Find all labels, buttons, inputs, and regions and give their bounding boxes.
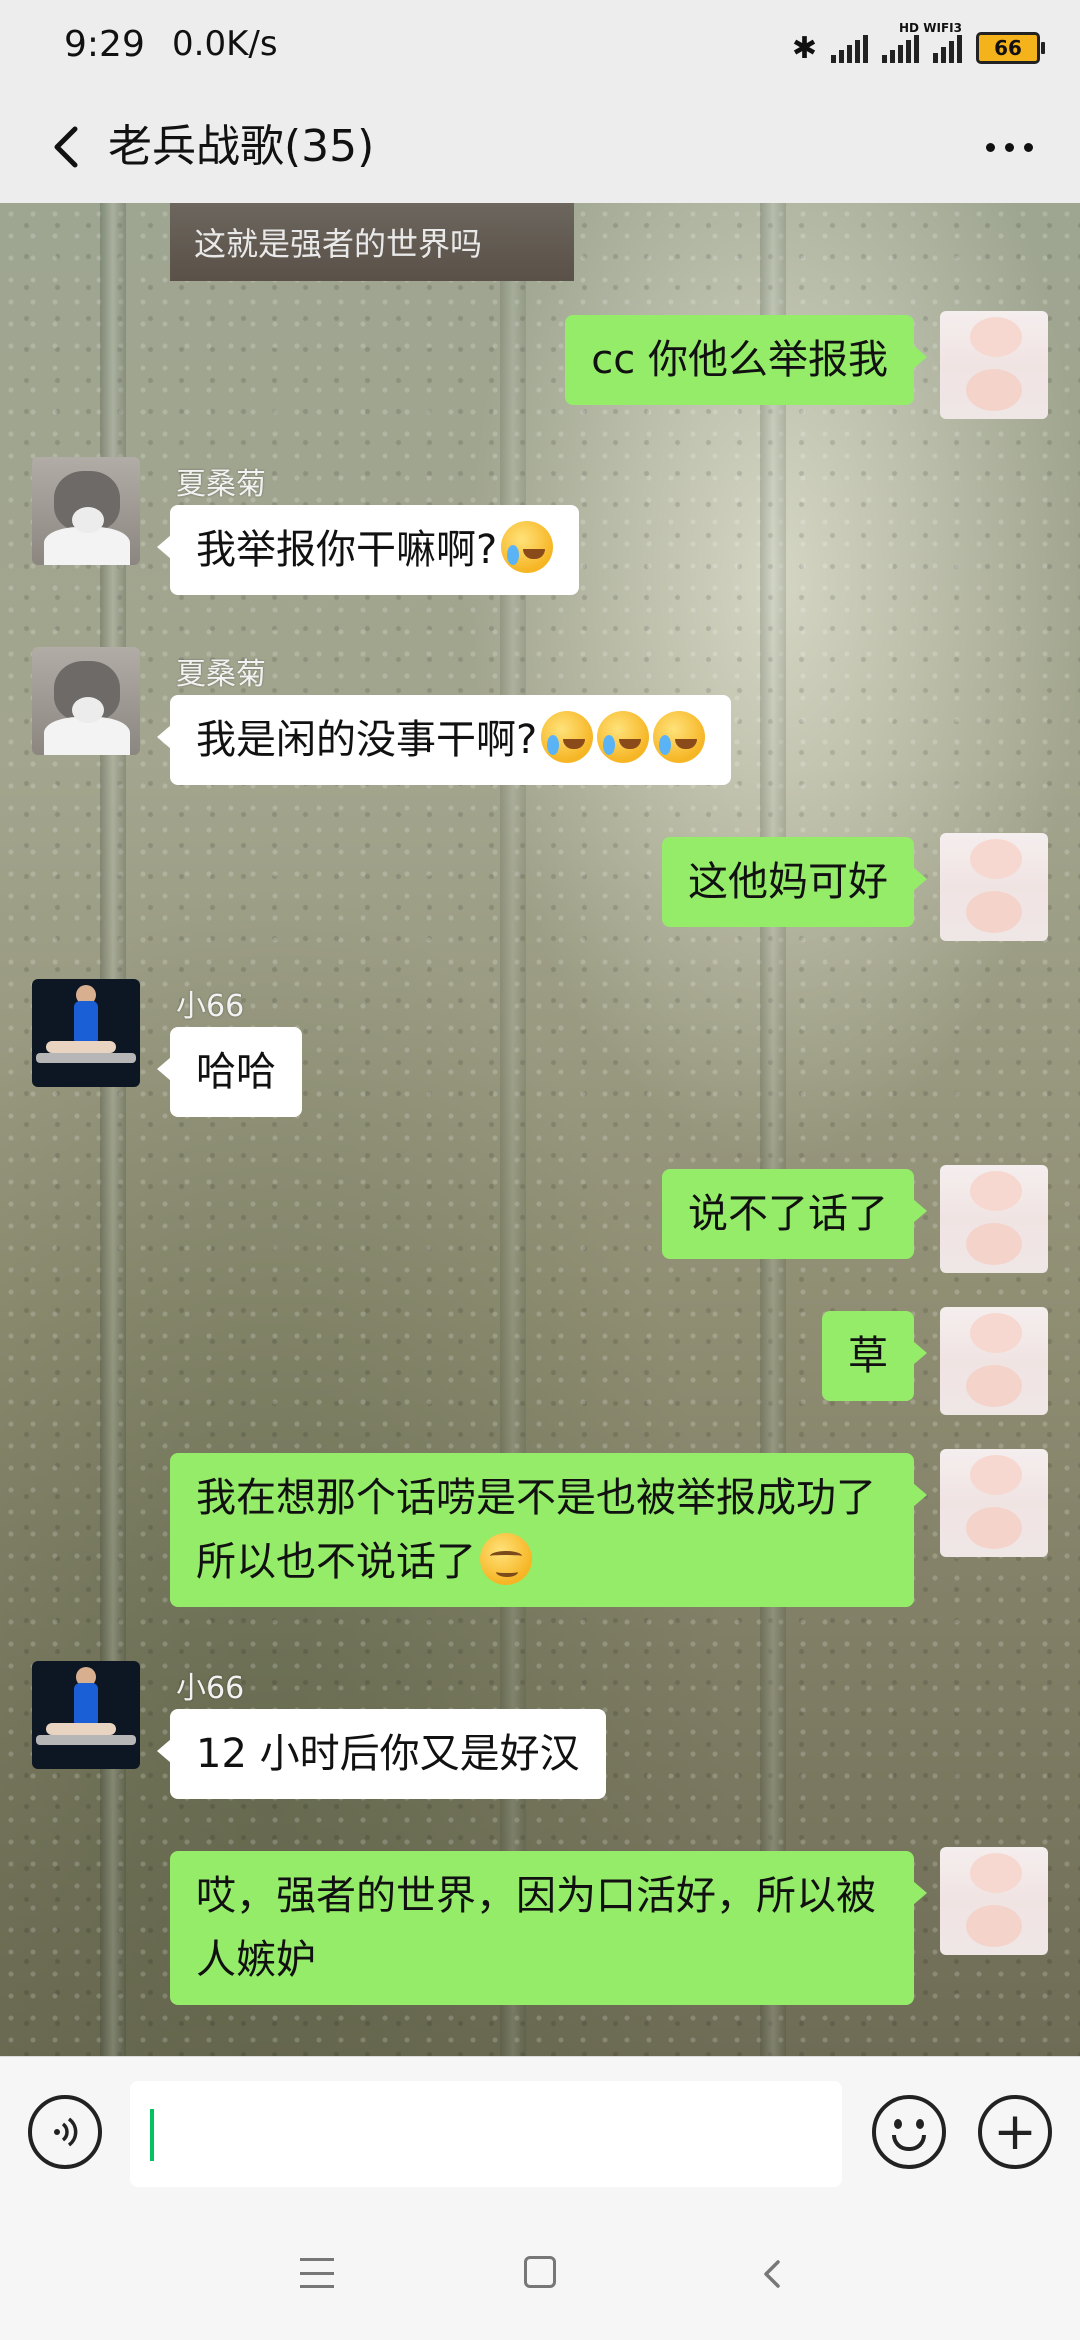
background-streak	[760, 203, 786, 2056]
emoji-cry-laugh-icon	[541, 711, 594, 763]
message-bubble-sent[interactable]: 哎，强者的世界，因为口活好，所以被人嫉妒	[170, 1851, 927, 2005]
message-bubble-received[interactable]: 哈哈	[157, 1027, 302, 1117]
message-bubble-received[interactable]: 我举报你干嘛啊?	[156, 505, 580, 595]
battery-icon: 66	[976, 32, 1045, 64]
status-time: 9:29	[64, 24, 145, 65]
message-text: 12 小时后你又是好汉	[196, 1731, 580, 1777]
emoji-face-icon[interactable]	[872, 2095, 946, 2169]
image-caption: 这就是强者的世界吗	[194, 225, 483, 263]
message-text: 说不了话了	[688, 1191, 888, 1237]
avatar[interactable]	[940, 1847, 1048, 1955]
input-bar: +	[0, 2056, 1080, 2211]
chat-header: 老兵战歌(35)	[0, 95, 1080, 203]
avatar[interactable]	[32, 647, 140, 755]
sender-name: 小66	[176, 989, 245, 1024]
back-icon[interactable]	[752, 2254, 792, 2294]
status-bar: 9:29 0.0K/s ✱ HD WIFI3 66	[0, 0, 1080, 95]
plus-icon[interactable]: +	[978, 2095, 1052, 2169]
message-bubble-sent[interactable]: 这他妈可好	[662, 837, 927, 927]
system-nav-bar	[0, 2210, 1080, 2340]
signal-hd-label: HD	[898, 21, 919, 35]
status-network-speed: 0.0K/s	[172, 24, 278, 64]
voice-icon[interactable]	[28, 2095, 102, 2169]
emoji-cry-laugh-icon	[653, 711, 706, 763]
message-bubble-sent[interactable]: 说不了话了	[662, 1169, 927, 1259]
chevron-left-icon[interactable]	[36, 117, 96, 177]
bluetooth-icon: ✱	[791, 30, 817, 66]
message-bubble-sent[interactable]: 草	[822, 1311, 927, 1401]
message-bubble-received[interactable]: 12 小时后你又是好汉	[157, 1709, 606, 1799]
avatar[interactable]	[940, 311, 1048, 419]
chat-area[interactable]: 这就是强者的世界吗 cc 你他么举报我 夏桑菊 我举报你干嘛啊? 夏桑菊 我是闲…	[0, 203, 1080, 2056]
wifi-label: WIFI3	[923, 21, 962, 35]
avatar[interactable]	[940, 1449, 1048, 1557]
more-dots-icon[interactable]	[974, 117, 1044, 177]
message-text: 我在想那个话唠是不是也被举报成功了所以也不说话了	[196, 1475, 876, 1585]
sender-name: 小66	[176, 1671, 245, 1706]
message-text: 草	[848, 1333, 888, 1379]
message-text: 哎，强者的世界，因为口活好，所以被人嫉妒	[196, 1873, 876, 1983]
chat-title: 老兵战歌(35)	[108, 121, 375, 172]
home-icon[interactable]	[524, 2256, 556, 2288]
avatar[interactable]	[940, 1165, 1048, 1273]
image-message[interactable]: 这就是强者的世界吗	[170, 203, 574, 281]
message-text: 我是闲的没事干啊?	[196, 717, 538, 763]
message-text: 哈哈	[196, 1049, 276, 1095]
message-text: cc 你他么举报我	[591, 337, 888, 383]
emoji-cry-laugh-icon	[501, 521, 554, 573]
wifi-icon: WIFI3	[923, 21, 962, 63]
text-caret	[150, 2109, 154, 2161]
avatar[interactable]	[32, 1661, 140, 1769]
battery-level: 66	[994, 36, 1022, 60]
signal-icon	[831, 33, 868, 63]
menu-icon[interactable]	[300, 2258, 334, 2288]
avatar[interactable]	[940, 1307, 1048, 1415]
sender-name: 夏桑菊	[176, 467, 266, 502]
status-icons: ✱ HD WIFI3 66	[791, 21, 1045, 68]
message-bubble-sent[interactable]: 我在想那个话唠是不是也被举报成功了所以也不说话了	[170, 1453, 927, 1607]
avatar[interactable]	[940, 833, 1048, 941]
sender-name: 夏桑菊	[176, 657, 266, 692]
message-bubble-sent[interactable]: cc 你他么举报我	[565, 315, 927, 405]
message-input[interactable]	[130, 2081, 842, 2187]
emoji-smirk-icon	[480, 1533, 532, 1585]
message-bubble-received[interactable]: 我是闲的没事干啊?	[156, 695, 732, 785]
message-text: 这他妈可好	[688, 859, 888, 905]
avatar[interactable]	[32, 979, 140, 1087]
avatar[interactable]	[32, 457, 140, 565]
signal-hd-icon: HD	[882, 21, 919, 63]
message-text: 我举报你干嘛啊?	[196, 527, 498, 573]
emoji-cry-laugh-icon	[597, 711, 650, 763]
